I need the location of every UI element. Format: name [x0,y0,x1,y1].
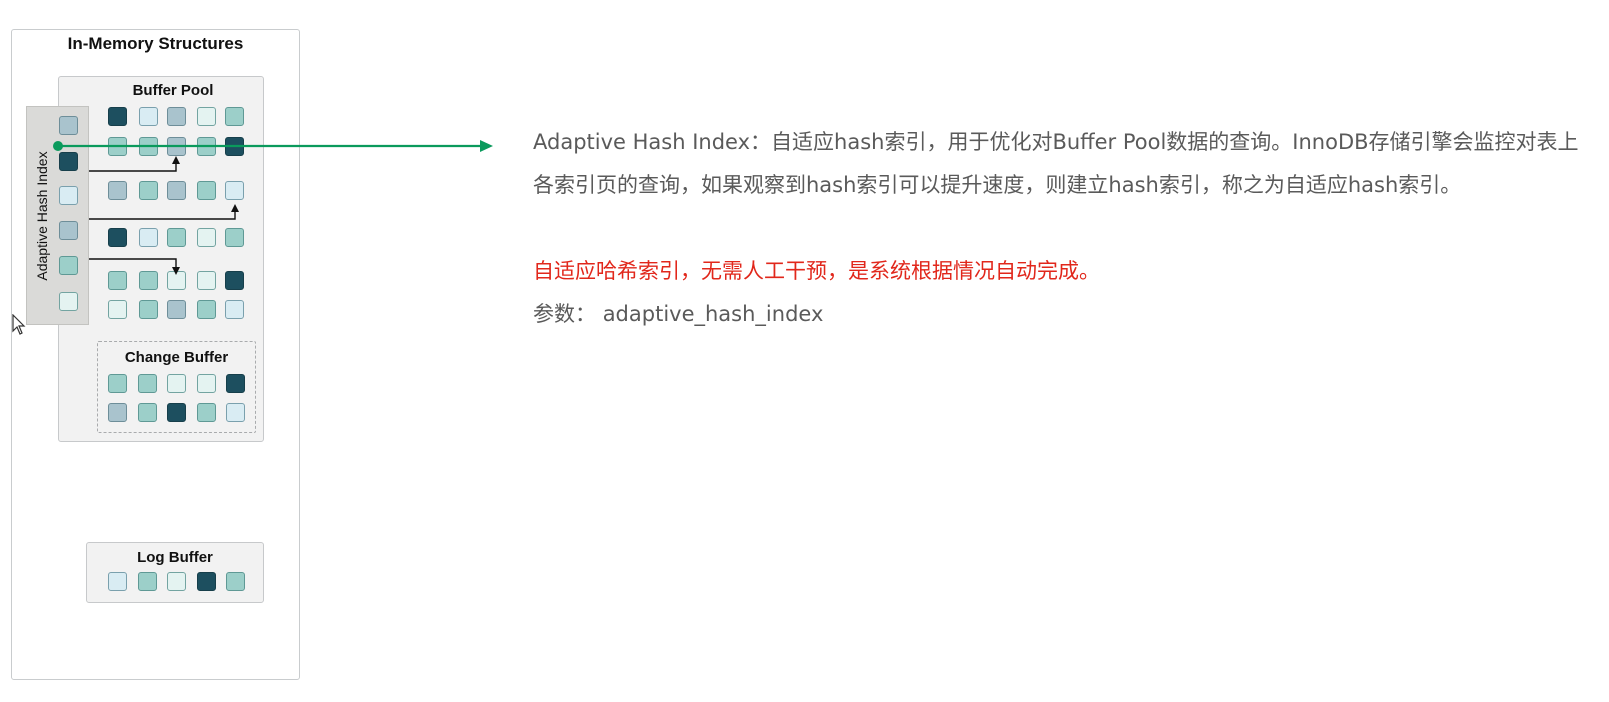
mouse-cursor-icon [12,314,26,335]
buffer-pool-page [139,181,158,200]
change-buffer-page [138,403,157,422]
buffer-pool-page [108,137,127,156]
buffer-pool-page [225,300,244,319]
change-buffer-page [167,403,186,422]
parameter-line: 参数： adaptive_hash_index [533,293,1599,336]
buffer-pool-page [167,107,186,126]
change-buffer-page [108,403,127,422]
buffer-pool-page [197,107,216,126]
description-main: Adaptive Hash Index：自适应hash索引，用于优化对Buffe… [533,130,1579,197]
log-buffer-page [197,572,216,591]
buffer-pool-page [167,271,186,290]
buffer-pool-page [197,181,216,200]
buffer-pool-page [225,107,244,126]
parameter-value: adaptive_hash_index [602,302,824,326]
log-buffer-page [138,572,157,591]
buffer-pool-page [108,271,127,290]
buffer-pool-page [225,181,244,200]
buffer-pool-page [139,137,158,156]
change-buffer-page [226,374,245,393]
pointer-arrowhead [480,140,493,152]
buffer-pool-page [167,300,186,319]
buffer-pool-page [225,228,244,247]
log-buffer-page [226,572,245,591]
buffer-pool-page [108,300,127,319]
buffer-pool-page [139,228,158,247]
buffer-pool-page [197,300,216,319]
change-buffer-page [197,374,216,393]
buffer-pool-page [108,107,127,126]
buffer-pool-page [108,228,127,247]
buffer-pool-page [139,107,158,126]
hash-index-entry [59,221,78,240]
parameter-label: 参数： [533,302,596,326]
description-note: 自适应哈希索引，无需人工干预，是系统根据情况自动完成。 [533,259,1100,283]
buffer-pool-page [167,181,186,200]
buffer-pool-page [167,137,186,156]
buffer-pool-page [108,181,127,200]
buffer-pool-page [225,271,244,290]
change-buffer-title: Change Buffer [124,349,229,366]
log-buffer-title: Log Buffer [137,549,213,566]
change-buffer-page [108,374,127,393]
hash-index-entry [59,256,78,275]
hash-index-entry [59,152,78,171]
buffer-pool-page [197,228,216,247]
change-buffer-page [197,403,216,422]
in-memory-structures-title: In-Memory Structures [67,34,244,53]
change-buffer-page [226,403,245,422]
buffer-pool-page [197,271,216,290]
change-buffer-page [138,374,157,393]
log-buffer-page [167,572,186,591]
hash-index-entry [59,292,78,311]
change-buffer-page [167,374,186,393]
buffer-pool-page [139,300,158,319]
buffer-pool-page [167,228,186,247]
adaptive-hash-index-label: Adaptive Hash Index [34,151,50,281]
buffer-pool-page [225,137,244,156]
buffer-pool-page [197,137,216,156]
hash-index-entry [59,116,78,135]
buffer-pool-page [139,271,158,290]
log-buffer-page [108,572,127,591]
buffer-pool-title: Buffer Pool [132,82,214,99]
hash-index-entry [59,186,78,205]
